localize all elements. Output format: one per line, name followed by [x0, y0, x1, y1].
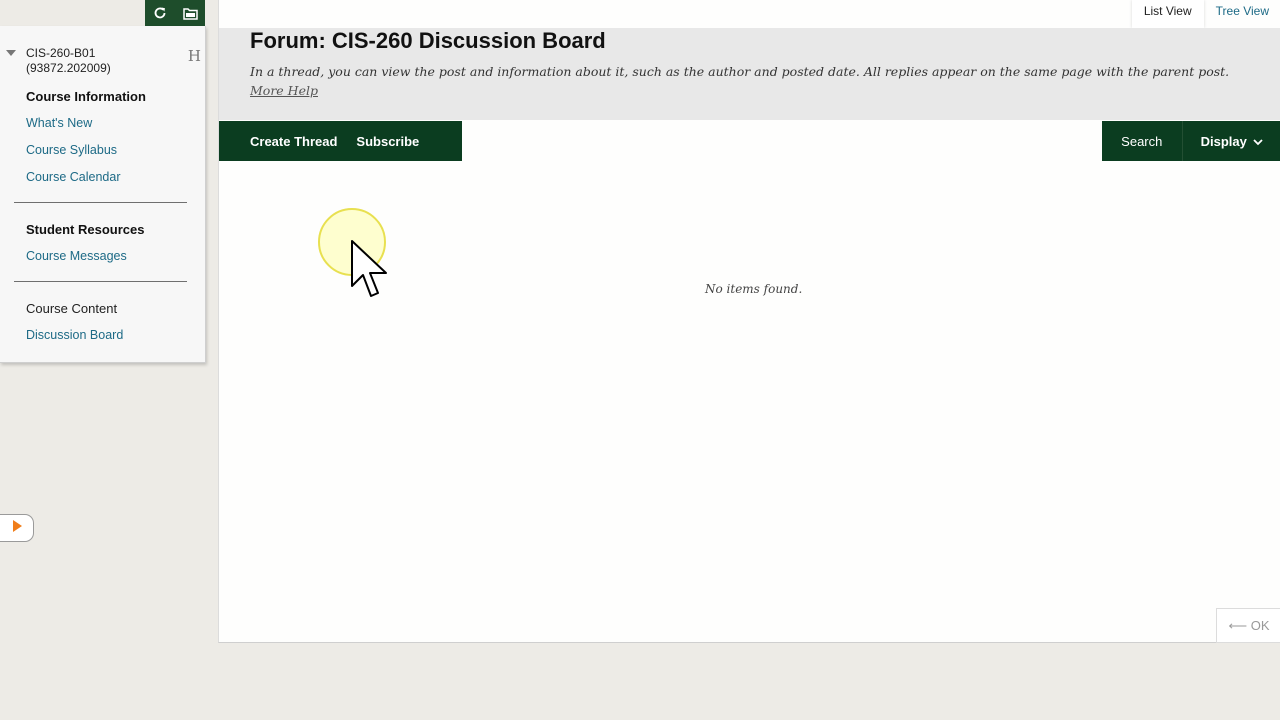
- display-button[interactable]: Display: [1181, 121, 1280, 161]
- course-menu: CIS-260-B01 (93872.202009) H Course Info…: [0, 26, 206, 363]
- content-area: List View Tree View Forum: CIS-260 Discu…: [218, 0, 1280, 643]
- view-tabs: List View Tree View: [1131, 0, 1280, 28]
- collapse-caret-icon[interactable]: [6, 50, 16, 56]
- menu-divider: [14, 281, 187, 282]
- menu-heading-student-resources[interactable]: Student Resources: [26, 222, 144, 237]
- menu-heading-course-content[interactable]: Course Content: [26, 301, 117, 316]
- page-header: Forum: CIS-260 Discussion Board In a thr…: [219, 28, 1280, 120]
- course-id: CIS-260-B01: [26, 46, 96, 60]
- folder-view-icon[interactable]: [182, 5, 198, 21]
- menu-link-discussion-board[interactable]: Discussion Board: [26, 328, 123, 342]
- tab-list-view[interactable]: List View: [1131, 0, 1204, 28]
- menu-link-whats-new[interactable]: What's New: [26, 116, 92, 130]
- page-title: Forum: CIS-260 Discussion Board: [250, 28, 606, 53]
- ok-button[interactable]: ⟵ OK: [1216, 608, 1280, 643]
- menu-heading-course-information[interactable]: Course Information: [26, 89, 146, 104]
- hide-menu-icon[interactable]: H: [188, 47, 201, 65]
- display-label: Display: [1200, 133, 1247, 149]
- create-thread-button[interactable]: Create Thread: [219, 134, 356, 149]
- menu-divider: [14, 202, 187, 203]
- menu-link-course-calendar[interactable]: Course Calendar: [26, 170, 121, 184]
- action-bar-left: Create Thread Subscribe: [219, 121, 462, 161]
- menu-link-course-syllabus[interactable]: Course Syllabus: [26, 143, 117, 157]
- page-description: In a thread, you can view the post and i…: [250, 62, 1260, 100]
- menu-link-course-messages[interactable]: Course Messages: [26, 249, 127, 263]
- subscribe-button[interactable]: Subscribe: [356, 134, 438, 149]
- course-code: (93872.202009): [26, 61, 111, 75]
- mouse-pointer-icon: [351, 240, 391, 307]
- course-title[interactable]: CIS-260-B01 (93872.202009): [26, 46, 111, 76]
- search-button[interactable]: Search: [1102, 121, 1182, 161]
- tab-tree-view[interactable]: Tree View: [1204, 0, 1280, 28]
- empty-state-message: No items found.: [705, 282, 803, 296]
- more-help-link[interactable]: More Help: [250, 83, 318, 98]
- expand-panel-button[interactable]: [0, 514, 34, 542]
- play-icon: [12, 519, 22, 537]
- description-text: In a thread, you can view the post and i…: [250, 64, 1230, 79]
- chevron-down-icon: [1253, 134, 1263, 149]
- course-menu-toolbar: [145, 0, 205, 26]
- action-bar-right: Search Display: [1102, 121, 1280, 161]
- refresh-icon[interactable]: [152, 5, 168, 21]
- action-bar: Create Thread Subscribe Search Display: [219, 121, 1280, 161]
